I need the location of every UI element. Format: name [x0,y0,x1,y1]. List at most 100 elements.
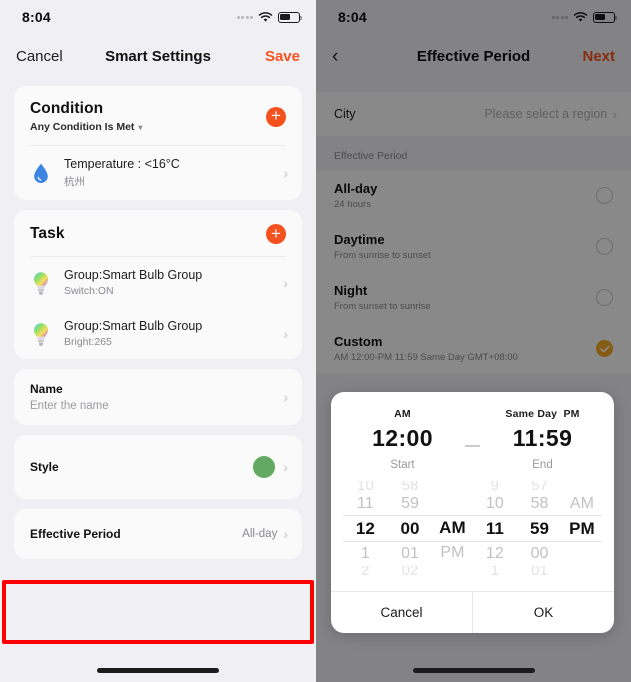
task-card-header: Task + [14,210,302,256]
dual-screen-container: 8:04 Cancel Smart Settings Save [0,0,631,682]
style-card[interactable]: Style › [14,435,302,499]
status-bar-indicators [237,12,301,23]
picker-option[interactable]: 10 [473,491,518,516]
add-task-button[interactable]: + [266,224,286,244]
condition-item-row[interactable]: Temperature : <16°C 杭州 › [14,146,302,200]
picker-option[interactable]: 12 [473,541,518,566]
condition-item-subtitle: 杭州 [64,174,271,189]
picker-option: 01 [517,566,562,576]
task-item-row[interactable]: Group:Smart Bulb Group Switch:ON › [14,257,302,308]
status-bar-time: 8:04 [22,9,51,25]
effective-period-value: All-day [242,528,277,540]
condition-header-texts: Condition Any Condition Is Met ▾ [30,100,266,133]
name-input[interactable]: Enter the name [30,400,283,412]
picker-option: 58 [388,481,433,491]
condition-title: Condition [30,100,266,118]
name-label: Name [30,382,283,396]
picker-option: 2 [343,566,388,576]
start-time-value: 12:00 [350,425,456,452]
name-row[interactable]: Name Enter the name › [14,369,302,425]
picker-column-end-minute[interactable]: 57 58 59 00 01 [517,481,562,575]
picker-option[interactable]: AM [562,491,602,516]
picker-option: 9 [473,481,518,491]
plus-icon: + [271,109,281,123]
save-button[interactable]: Save [265,48,300,65]
style-texts: Style [30,460,253,474]
add-condition-button[interactable]: + [266,107,286,127]
picker-option[interactable]: 1 [343,541,388,566]
time-picker-footer: Cancel OK [331,591,614,633]
picker-option[interactable] [432,491,472,515]
highlight-annotation-box [2,580,314,644]
style-label: Style [30,460,253,474]
effective-period-row[interactable]: Effective Period All-day › [14,509,302,559]
picker-option[interactable]: 59 [388,491,433,516]
time-picker-wheels[interactable]: 10 11 12 1 2 58 59 00 01 02 [343,481,602,575]
picker-option [432,481,472,491]
name-texts: Name Enter the name [30,382,283,412]
task-item-title: Group:Smart Bulb Group [64,268,271,282]
range-separator: — [456,408,490,454]
chevron-right-icon: › [283,527,288,541]
smart-settings-screen: 8:04 Cancel Smart Settings Save [0,0,316,682]
name-card[interactable]: Name Enter the name › [14,369,302,425]
picker-selected-option[interactable]: 11 [473,516,518,541]
picker-column-end-meridiem[interactable]: AM PM [562,481,602,575]
cancel-button[interactable]: Cancel [16,48,63,65]
chevron-right-icon: › [283,327,288,341]
smart-bulb-icon [30,269,52,297]
picker-selected-option[interactable]: AM [432,515,472,540]
picker-option: 1 [473,566,518,576]
chevron-right-icon: › [283,390,288,404]
picker-selected-option[interactable]: 59 [517,516,562,541]
chevron-right-icon: › [283,276,288,290]
picker-selected-option[interactable]: PM [562,516,602,541]
modal-ok-button[interactable]: OK [473,592,614,633]
picker-option[interactable]: 01 [388,541,433,566]
effective-period-texts: Effective Period [30,527,242,541]
end-time-summary[interactable]: Same Day PM 11:59 End [490,408,596,471]
effective-period-screen: 8:04 ‹ Effective Period Next [316,0,631,682]
task-item-row[interactable]: Group:Smart Bulb Group Bright:265 › [14,308,302,359]
picker-column-start-minute[interactable]: 58 59 00 01 02 [388,481,433,575]
picker-option[interactable]: 58 [517,491,562,516]
task-item-texts: Group:Smart Bulb Group Bright:265 [64,319,271,348]
style-row[interactable]: Style › [14,443,302,491]
picker-option[interactable]: 00 [517,541,562,566]
task-item-title: Group:Smart Bulb Group [64,319,271,333]
end-caption: End [490,459,596,471]
navigation-bar: Cancel Smart Settings Save [0,34,316,78]
end-time-value: 11:59 [490,425,596,452]
picker-option[interactable]: PM [432,540,472,565]
start-time-summary[interactable]: AM 12:00 Start [350,408,456,471]
picker-column-end-hour[interactable]: 9 10 11 12 1 [473,481,518,575]
picker-option[interactable]: 11 [343,491,388,516]
picker-selected-option[interactable]: 00 [388,516,433,541]
effective-period-label: Effective Period [30,527,242,541]
home-indicator [97,668,219,673]
effective-period-card[interactable]: Effective Period All-day › [14,509,302,559]
battery-icon [278,12,300,23]
task-header-texts: Task [30,225,266,243]
start-meridiem-label: AM [350,408,456,420]
chevron-right-icon: › [283,460,288,474]
modal-cancel-button[interactable]: Cancel [331,592,472,633]
start-caption: Start [350,459,456,471]
picker-option: 10 [343,481,388,491]
condition-mode-selector[interactable]: Any Condition Is Met ▾ [30,121,266,133]
task-item-subtitle: Bright:265 [64,336,271,348]
end-same-day-label: Same Day [505,408,557,420]
smart-bulb-icon [30,320,52,348]
picker-option: 57 [517,481,562,491]
picker-selected-option[interactable]: 12 [343,516,388,541]
picker-option [562,481,602,491]
task-card: Task + [14,210,302,359]
end-meridiem-value: PM [563,408,579,420]
picker-column-start-hour[interactable]: 10 11 12 1 2 [343,481,388,575]
picker-column-start-meridiem[interactable]: AM PM [432,481,472,575]
plus-icon: + [271,227,281,241]
picker-columns: 10 11 12 1 2 58 59 00 01 02 [343,481,602,575]
picker-option[interactable] [562,541,602,565]
style-color-swatch[interactable] [253,456,275,478]
chevron-right-icon: › [283,166,288,180]
